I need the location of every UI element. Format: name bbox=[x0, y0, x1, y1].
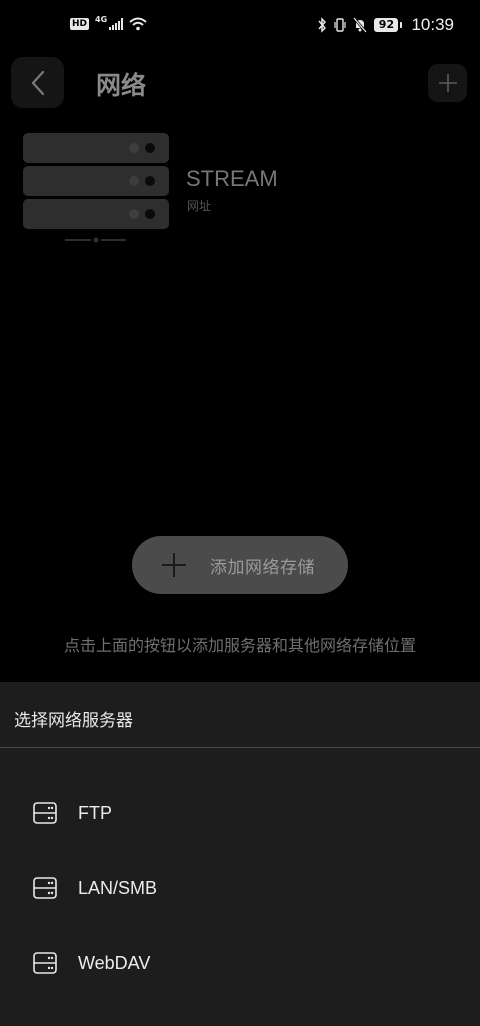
plus-icon bbox=[162, 553, 186, 577]
option-lan-smb[interactable]: LAN/SMB bbox=[0, 858, 480, 918]
add-button[interactable] bbox=[428, 64, 467, 102]
option-webdav[interactable]: WebDAV bbox=[0, 933, 480, 993]
wifi-icon bbox=[129, 17, 147, 31]
mute-bell-icon bbox=[353, 17, 368, 33]
server-name: STREAM bbox=[186, 166, 278, 191]
plus-icon bbox=[438, 74, 457, 92]
server-icon bbox=[33, 802, 57, 824]
chevron-left-icon bbox=[31, 70, 44, 95]
signal-icon bbox=[109, 18, 124, 30]
vibrate-icon bbox=[334, 18, 347, 32]
page-title: 网络 bbox=[96, 71, 147, 100]
network-type: 4G bbox=[95, 14, 108, 24]
divider bbox=[0, 747, 480, 748]
clock: 10:39 bbox=[411, 15, 454, 34]
option-ftp[interactable]: FTP bbox=[0, 783, 480, 843]
add-network-storage-label: 添加网络存储 bbox=[210, 557, 315, 578]
server-picker-sheet: 选择网络服务器 FTP LAN/SMB WebDAV bbox=[0, 682, 480, 1026]
hint-text: 点击上面的按钮以添加服务器和其他网络存储位置 bbox=[63, 636, 416, 655]
sheet-title: 选择网络服务器 bbox=[14, 711, 133, 731]
option-label: WebDAV bbox=[78, 952, 151, 973]
back-button[interactable] bbox=[11, 57, 64, 108]
server-rack-icon bbox=[23, 133, 169, 243]
status-bar: HD 4G 92 10:39 bbox=[0, 0, 480, 56]
server-icon bbox=[33, 952, 57, 974]
status-right: 92 10:39 bbox=[317, 15, 454, 35]
option-label: FTP bbox=[78, 802, 112, 823]
server-subtitle: 网址 bbox=[187, 199, 212, 213]
add-network-storage-button[interactable]: 添加网络存储 bbox=[132, 536, 348, 594]
battery-indicator: 92 bbox=[374, 18, 403, 32]
server-icon bbox=[33, 877, 57, 899]
bluetooth-icon bbox=[318, 17, 327, 33]
status-left: HD 4G bbox=[70, 14, 147, 31]
option-label: LAN/SMB bbox=[78, 877, 158, 898]
hd-badge: HD bbox=[70, 18, 90, 30]
server-item[interactable]: STREAM 网址 bbox=[22, 132, 322, 247]
